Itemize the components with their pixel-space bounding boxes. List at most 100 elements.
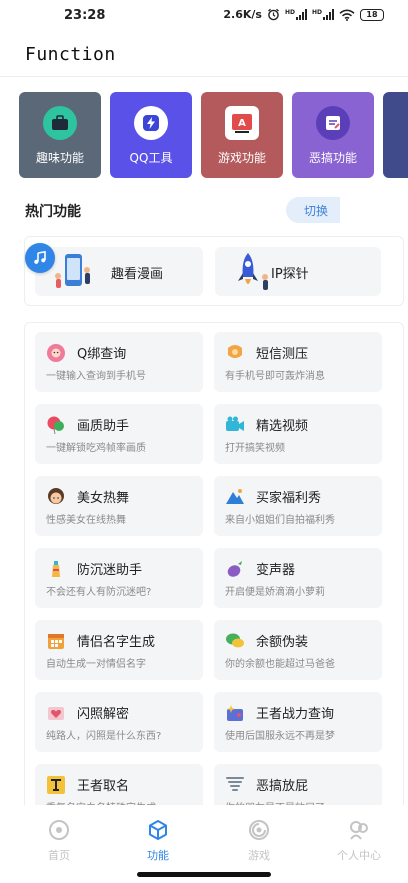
photo-heart-icon <box>48 707 64 720</box>
feature-title: 情侣名字生成 <box>77 635 156 650</box>
person-icon <box>350 821 368 840</box>
feature-card-flash-photo[interactable]: 闪照解密 纯路人，闪照是什么东西? <box>35 692 203 752</box>
feature-card-voice-changer[interactable]: 变声器 开启便是娇滴滴小萝莉 <box>214 548 382 608</box>
game-icon: A <box>225 106 259 140</box>
category-card-prank[interactable]: 恶搞功能 <box>292 92 374 178</box>
nav-games[interactable]: 游戏 <box>224 819 294 863</box>
category-label: 游戏功能 <box>217 151 266 165</box>
eggplant-icon <box>227 561 242 577</box>
feature-desc: 一键输入查询到手机号 <box>46 371 146 382</box>
game-swirl-icon <box>249 820 269 840</box>
chat-icon <box>226 633 244 648</box>
feature-title: 精选视频 <box>256 419 309 434</box>
feature-desc: 开启便是娇滴滴小萝莉 <box>225 587 325 598</box>
briefcase-icon <box>43 106 77 140</box>
category-card-qq-tools[interactable]: QQ工具 <box>110 92 192 178</box>
feature-title: 闪照解密 <box>77 707 130 722</box>
feature-desc: 你的余额也能超过马爸爸 <box>225 659 335 670</box>
feature-desc: 有手机号即可轰炸消息 <box>225 371 325 382</box>
sparkle-card-icon <box>227 705 243 721</box>
feature-desc: 打开搞笑视频 <box>225 443 285 454</box>
feature-card-sms-stress[interactable]: 短信测压 有手机号即可轰炸消息 <box>214 332 382 392</box>
feature-title: 防沉迷助手 <box>77 563 143 578</box>
feature-title: 画质助手 <box>77 419 130 434</box>
nav-label: 功能 <box>147 849 169 862</box>
feature-grid: Q绑查询 一键输入查询到手机号 短信测压 有手机号即可轰炸消息 画质助手 一键解… <box>24 322 404 812</box>
feature-title: 短信测压 <box>256 347 309 362</box>
feature-desc: 一键解锁吃鸡帧率画质 <box>46 443 146 454</box>
cube-icon <box>149 820 167 840</box>
tornado-icon <box>226 777 244 791</box>
status-bar: 23:28 2.6K/s HD HD 18 <box>0 0 408 32</box>
header-divider <box>0 76 408 77</box>
signal-icon-2: HD <box>312 9 334 20</box>
feature-desc: 不会还有人有防沉迷吧? <box>46 587 152 598</box>
status-time: 23:28 <box>64 8 106 23</box>
signal-icon-1: HD <box>285 9 307 20</box>
category-label: QQ工具 <box>129 151 173 165</box>
hot-item-ip-probe[interactable]: IP探针 <box>215 247 381 296</box>
feature-card-q-bind-query[interactable]: Q绑查询 一键输入查询到手机号 <box>35 332 203 392</box>
category-card-fun[interactable]: 趣味功能 <box>19 92 101 178</box>
feature-card-power-query[interactable]: 王者战力查询 使用后国服永远不再是梦 <box>214 692 382 752</box>
feature-desc: 纯路人，闪照是什么东西? <box>46 731 162 742</box>
feature-title: 王者战力查询 <box>256 707 335 722</box>
feature-card-couple-names[interactable]: 情侣名字生成 自动生成一对情侣名字 <box>35 620 203 680</box>
status-icons: 2.6K/s HD HD 18 <box>223 8 384 21</box>
feature-title: 余额伪装 <box>256 635 309 650</box>
category-label: 恶搞功能 <box>308 151 357 165</box>
video-icon <box>226 416 244 431</box>
calendar-icon <box>48 634 64 649</box>
nav-home[interactable]: 首页 <box>24 819 94 863</box>
feature-desc: 自动生成一对情侣名字 <box>46 659 146 670</box>
nav-profile[interactable]: 个人中心 <box>324 819 394 863</box>
battery-icon: 18 <box>360 8 384 21</box>
feature-desc: 使用后国服永远不再是梦 <box>225 731 335 742</box>
feature-desc: 性感美女在线热舞 <box>46 515 126 526</box>
category-card-partial[interactable] <box>383 92 408 178</box>
feature-card-buyer-show[interactable]: 买家福利秀 来自小姐姐们自拍福利秀 <box>214 476 382 536</box>
feature-card-anti-addiction[interactable]: 防沉迷助手 不会还有人有防沉迷吧? <box>35 548 203 608</box>
home-circle-icon <box>49 820 69 840</box>
edit-icon <box>316 106 350 140</box>
hot-section-title: 热门功能 <box>25 204 81 220</box>
hot-item-label: 趣看漫画 <box>111 267 164 282</box>
sms-icon <box>228 345 242 358</box>
nav-label: 首页 <box>48 849 70 862</box>
music-button[interactable] <box>25 243 55 273</box>
nav-label: 游戏 <box>248 849 270 862</box>
hot-item-label: IP探针 <box>271 267 309 282</box>
feature-title: 变声器 <box>256 563 296 578</box>
wifi-icon <box>339 9 355 21</box>
flower-icon <box>47 344 65 362</box>
hot-item-comics[interactable]: 趣看漫画 <box>35 247 203 296</box>
balloon-icon <box>47 416 64 435</box>
feature-title: 王者取名 <box>77 779 130 794</box>
category-row: 趣味功能 QQ工具 A 游戏功能 恶搞功能 <box>19 92 408 178</box>
network-speed: 2.6K/s <box>223 8 262 21</box>
category-card-games[interactable]: A 游戏功能 <box>201 92 283 178</box>
feature-card-graphics-helper[interactable]: 画质助手 一键解锁吃鸡帧率画质 <box>35 404 203 464</box>
feature-title: 美女热舞 <box>77 491 130 506</box>
feature-desc: 来自小姐姐们自拍福利秀 <box>225 515 335 526</box>
music-note-icon <box>34 250 46 264</box>
home-indicator[interactable] <box>137 872 271 877</box>
switch-button[interactable]: 切换 <box>286 197 340 223</box>
feature-card-balance-disguise[interactable]: 余额伪装 你的余额也能超过马爸爸 <box>214 620 382 680</box>
svg-text:A: A <box>238 118 246 129</box>
page-title: Function <box>25 44 116 65</box>
lighthouse-icon <box>52 561 60 577</box>
lightning-icon <box>134 106 168 140</box>
feature-title: Q绑查询 <box>77 347 127 362</box>
feature-card-featured-videos[interactable]: 精选视频 打开搞笑视频 <box>214 404 382 464</box>
feature-card-dance[interactable]: 美女热舞 性感美女在线热舞 <box>35 476 203 536</box>
phone-illustration-icon <box>55 254 90 288</box>
hot-features-panel: 趣看漫画 IP探针 <box>24 236 404 306</box>
rocket-illustration-icon <box>238 253 268 290</box>
nav-functions[interactable]: 功能 <box>123 819 193 863</box>
mountain-icon <box>226 489 244 504</box>
alarm-icon <box>268 8 279 21</box>
feature-title: 买家福利秀 <box>256 491 322 506</box>
girl-icon <box>48 488 64 504</box>
feature-title: 恶搞放屁 <box>256 779 309 794</box>
